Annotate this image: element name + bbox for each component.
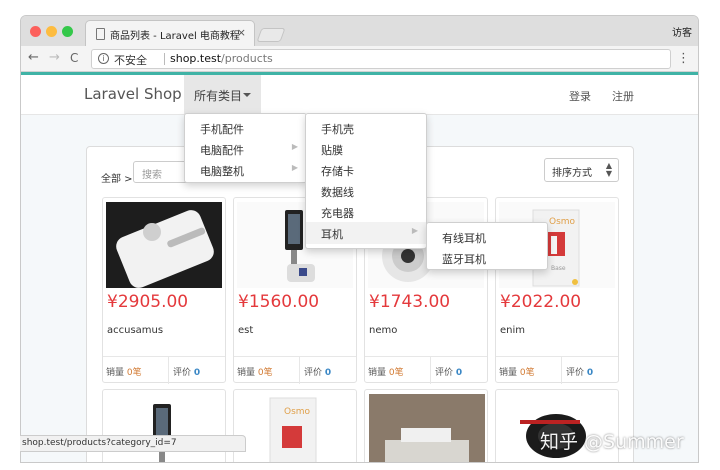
minimize-window-button[interactable] bbox=[46, 26, 57, 37]
status-bar-url: shop.test/products?category_id=7 bbox=[20, 435, 246, 452]
divider bbox=[430, 357, 431, 384]
product-image[interactable] bbox=[106, 202, 222, 288]
review-count: 评价 0 bbox=[304, 368, 332, 378]
browser-menu-icon[interactable]: ⋮ bbox=[677, 51, 690, 66]
chevron-right-icon: ▶ bbox=[291, 142, 298, 151]
brand-logo-link[interactable]: Laravel Shop bbox=[84, 85, 182, 103]
menu-item-pc-accessories[interactable]: 电脑配件 ▶ bbox=[185, 138, 306, 160]
breadcrumb[interactable]: 全部 > bbox=[101, 170, 133, 185]
product-name[interactable]: accusamus bbox=[107, 325, 163, 336]
tab-close-button[interactable]: × bbox=[237, 26, 246, 39]
sales-count: 销量 0笔 bbox=[237, 368, 273, 378]
security-label[interactable]: 不安全 bbox=[114, 52, 147, 68]
sort-label: 排序方式 bbox=[552, 168, 592, 179]
svg-text:Base: Base bbox=[551, 265, 566, 272]
review-count: 评价 0 bbox=[173, 368, 201, 378]
product-photo bbox=[369, 394, 485, 462]
product-price: ¥2905.00 bbox=[107, 292, 189, 312]
back-button[interactable]: ← bbox=[28, 50, 39, 65]
reload-button[interactable]: C bbox=[70, 51, 78, 65]
document-icon bbox=[96, 28, 105, 40]
divider bbox=[561, 357, 562, 384]
address-bar-row: ← → C i 不安全 shop.test/products ⋮ bbox=[21, 46, 698, 72]
guest-profile-label[interactable]: 访客 bbox=[672, 24, 692, 39]
headphones-submenu: 有线耳机 蓝牙耳机 bbox=[426, 222, 548, 270]
maximize-window-button[interactable] bbox=[62, 26, 73, 37]
chevron-right-icon: ▶ bbox=[291, 163, 298, 172]
product-price: ¥1560.00 bbox=[238, 292, 320, 312]
new-tab-button[interactable] bbox=[256, 28, 286, 42]
sort-select[interactable]: 排序方式 ▲ ▼ bbox=[544, 158, 619, 182]
product-price: ¥1743.00 bbox=[369, 292, 451, 312]
product-card[interactable]: ¥2905.00 accusamus 销量 0笔 评价 0 bbox=[102, 197, 226, 384]
product-name[interactable]: nemo bbox=[369, 325, 397, 336]
tab-title: 商品列表 - Laravel 电商教程 bbox=[110, 31, 240, 42]
product-photo: Osmo bbox=[269, 397, 317, 462]
category-menu: 手机配件 电脑配件 ▶ 电脑整机 ▶ bbox=[184, 113, 307, 183]
menu-item-phone-case[interactable]: 手机壳 bbox=[306, 117, 426, 139]
divider bbox=[168, 357, 169, 384]
menu-item-screen-film[interactable]: 贴膜 bbox=[306, 138, 426, 160]
subcategory-menu: 手机壳 贴膜 存储卡 数据线 充电器 耳机 ▶ bbox=[305, 113, 427, 249]
register-link[interactable]: 注册 bbox=[612, 88, 634, 104]
product-photo bbox=[116, 210, 214, 288]
menu-item-headphones[interactable]: 耳机 ▶ bbox=[306, 222, 426, 244]
browser-window: 商品列表 - Laravel 电商教程 × 访客 ← → C i 不安全 sho… bbox=[20, 15, 699, 463]
sales-count: 销量 0笔 bbox=[106, 368, 142, 378]
sales-count: 销量 0笔 bbox=[499, 368, 535, 378]
product-name[interactable]: enim bbox=[500, 325, 525, 336]
close-window-button[interactable] bbox=[30, 26, 41, 37]
info-icon[interactable]: i bbox=[98, 53, 109, 64]
product-stats: 销量 0笔 评价 0 bbox=[496, 356, 618, 384]
menu-item-wired-headphones[interactable]: 有线耳机 bbox=[427, 226, 547, 248]
review-count: 评价 0 bbox=[435, 368, 463, 378]
product-price: ¥2022.00 bbox=[500, 292, 582, 312]
categories-dropdown-toggle[interactable]: 所有类目 bbox=[184, 75, 261, 115]
product-photo bbox=[153, 404, 171, 462]
svg-text:Osmo: Osmo bbox=[284, 407, 311, 417]
url-input[interactable]: i 不安全 shop.test/products bbox=[91, 49, 671, 69]
svg-text:Osmo: Osmo bbox=[549, 217, 576, 227]
product-stats: 销量 0笔 评价 0 bbox=[234, 356, 356, 384]
review-count: 评价 0 bbox=[566, 368, 594, 378]
divider bbox=[299, 357, 300, 384]
menu-item-charger[interactable]: 充电器 bbox=[306, 201, 426, 223]
site-navbar: Laravel Shop 所有类目 登录 注册 bbox=[21, 75, 698, 115]
chevron-right-icon: ▶ bbox=[411, 226, 418, 235]
forward-button[interactable]: → bbox=[49, 50, 60, 65]
url-path: /products bbox=[221, 52, 273, 65]
menu-item-phone-accessories[interactable]: 手机配件 bbox=[185, 117, 306, 139]
product-name[interactable]: est bbox=[238, 325, 253, 336]
menu-item-data-cable[interactable]: 数据线 bbox=[306, 180, 426, 202]
url-host: shop.test bbox=[170, 52, 222, 65]
sales-count: 销量 0笔 bbox=[368, 368, 404, 378]
url-text: shop.test/products bbox=[170, 52, 273, 65]
product-stats: 销量 0笔 评价 0 bbox=[365, 356, 487, 384]
product-card[interactable]: Osmo bbox=[233, 389, 357, 462]
browser-tab[interactable]: 商品列表 - Laravel 电商教程 × bbox=[85, 20, 255, 46]
sort-arrows-icon: ▲ ▼ bbox=[605, 161, 612, 178]
watermark: 知乎 @Summer bbox=[540, 431, 684, 453]
tab-strip: 商品列表 - Laravel 电商教程 × 访客 bbox=[21, 16, 698, 46]
menu-item-bluetooth-headphones[interactable]: 蓝牙耳机 bbox=[427, 247, 547, 269]
divider bbox=[164, 53, 165, 65]
search-placeholder: 搜索 bbox=[142, 170, 162, 181]
caret-down-icon bbox=[243, 93, 251, 97]
categories-label: 所有类目 bbox=[194, 89, 243, 103]
product-stats: 销量 0笔 评价 0 bbox=[103, 356, 225, 384]
menu-item-memory-card[interactable]: 存储卡 bbox=[306, 159, 426, 181]
menu-item-pc[interactable]: 电脑整机 ▶ bbox=[185, 159, 306, 181]
product-card[interactable] bbox=[364, 389, 488, 462]
login-link[interactable]: 登录 bbox=[569, 88, 591, 104]
